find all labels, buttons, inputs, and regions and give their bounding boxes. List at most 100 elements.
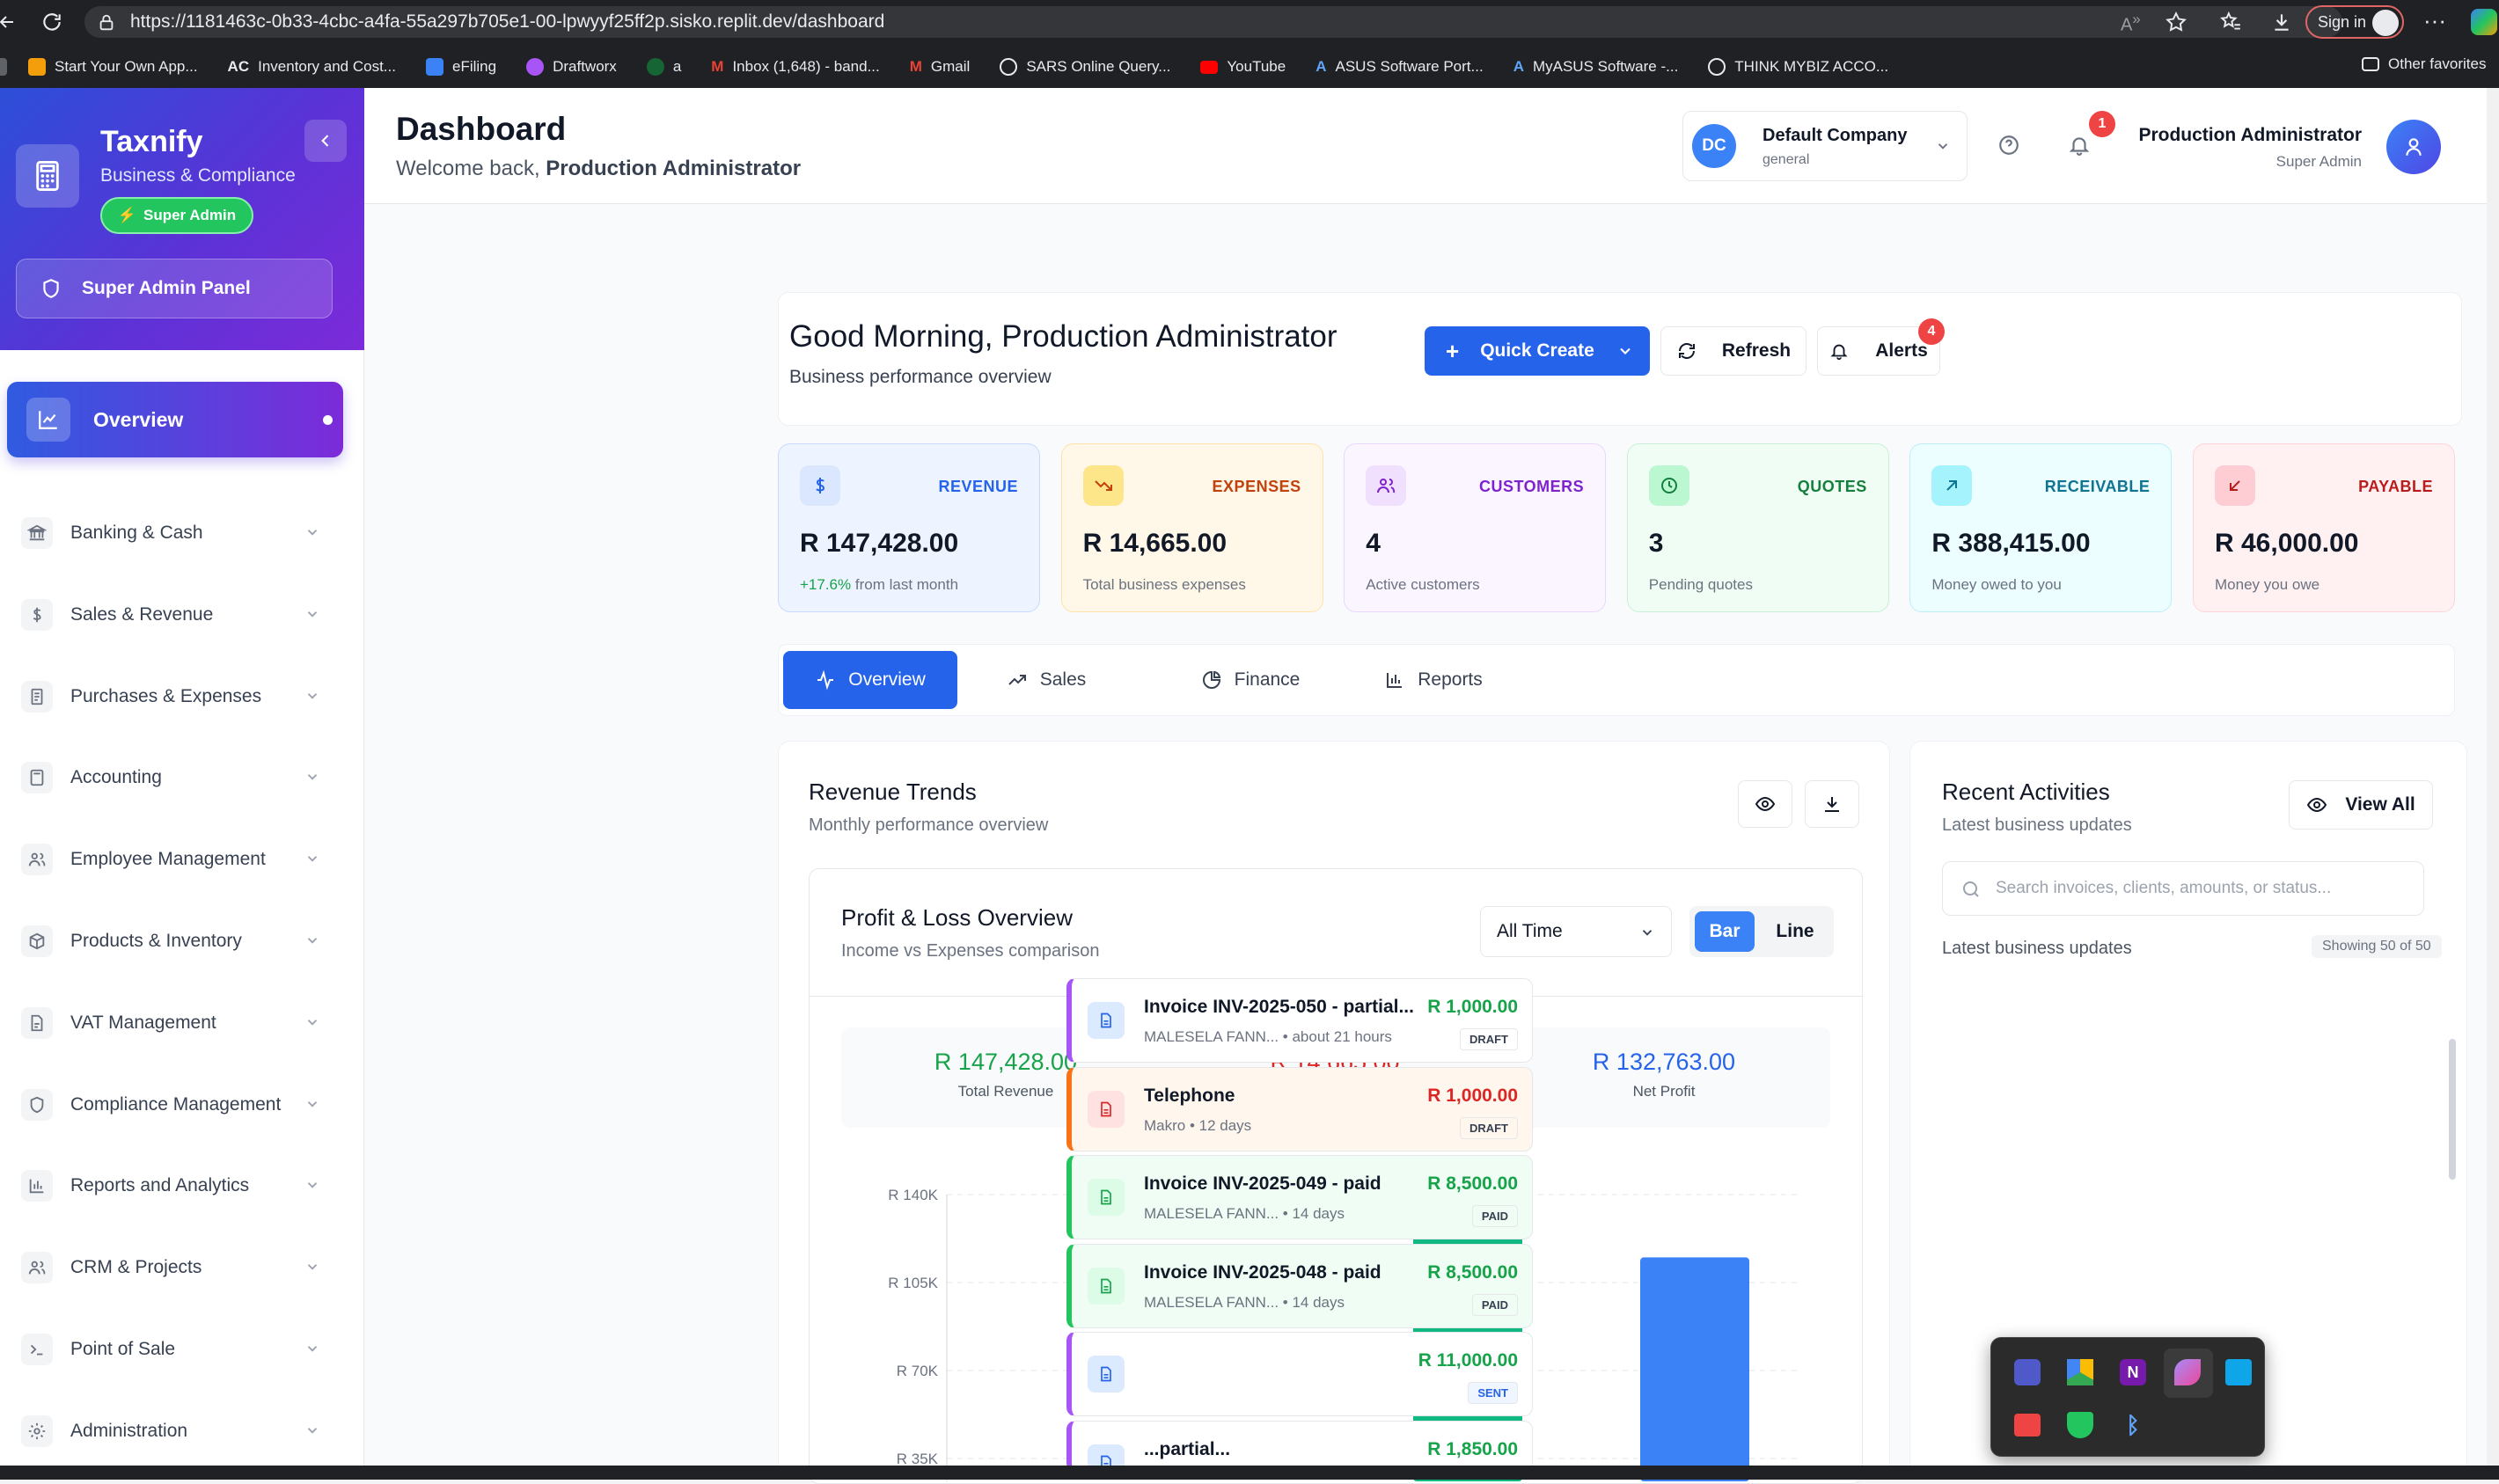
- sidebar-item-point-of-sale[interactable]: Point of Sale: [21, 1321, 329, 1378]
- activity-item[interactable]: Invoice INV-2025-049 - paid MALESELA FANN…: [1066, 1155, 1533, 1240]
- bookmark-item[interactable]: YouTube: [1200, 58, 1286, 76]
- activity-item[interactable]: R 11,000.00 SENT: [1066, 1332, 1533, 1417]
- activity-time: about 21 hours: [1292, 1028, 1392, 1045]
- sign-in-button[interactable]: Sign in: [2305, 5, 2404, 39]
- stat-card-quotes[interactable]: QUOTES 3 Pending quotes: [1626, 443, 1889, 612]
- taskbar-edge: [0, 1466, 2499, 1480]
- tab-finance[interactable]: Finance: [1160, 651, 1341, 709]
- total-item: R 132,763.00 Net Profit: [1499, 1049, 1828, 1100]
- activity-item[interactable]: Invoice INV-2025-050 - partial... MALESEL…: [1066, 978, 1533, 1063]
- sidebar-item-overview[interactable]: Overview: [7, 382, 343, 457]
- bookmark-item[interactable]: eFiling: [425, 58, 496, 76]
- activities-scrollbar[interactable]: [2449, 1039, 2456, 1180]
- tab-reports[interactable]: Reports: [1343, 651, 1524, 709]
- other-favorites-label: Other favorites: [2388, 55, 2487, 72]
- bookmark-item[interactable]: M Inbox (1,648) - band...: [711, 58, 879, 76]
- address-bar[interactable]: https://1181463c-0b33-4cbc-a4fa-55a297b7…: [84, 6, 2342, 38]
- download-button[interactable]: [1805, 780, 1859, 828]
- sidebar-item-sales-revenue[interactable]: Sales & Revenue: [21, 587, 329, 643]
- other-favorites[interactable]: Other favorites: [2362, 55, 2487, 73]
- stat-card-expenses[interactable]: EXPENSES R 14,665.00 Total business expens…: [1060, 443, 1323, 612]
- help-icon[interactable]: [1997, 134, 2020, 157]
- activity-item[interactable]: Telephone Makro • 12 days R 1,000.00 DRAFT: [1066, 1066, 1533, 1151]
- bookmark-item[interactable]: SARS Online Query...: [1000, 58, 1170, 76]
- bookmark-item[interactable]: AC Inventory and Cost...: [228, 58, 396, 76]
- sidebar-item-administration[interactable]: Administration: [21, 1403, 329, 1459]
- tab-overview[interactable]: Overview: [783, 651, 957, 709]
- bookmark-label: YouTube: [1227, 58, 1286, 75]
- quick-create-button[interactable]: + Quick Create: [1425, 326, 1650, 376]
- sidebar-item-vat-management[interactable]: VAT Management: [21, 995, 329, 1051]
- feather-app-icon[interactable]: [2174, 1359, 2201, 1385]
- security-shield-icon[interactable]: [2067, 1412, 2093, 1438]
- super-admin-panel-button[interactable]: Super Admin Panel: [16, 259, 333, 318]
- refresh-button[interactable]: Refresh: [1660, 326, 1806, 376]
- sidebar-item-compliance-management[interactable]: Compliance Management: [21, 1077, 329, 1133]
- sidebar-item-crm-projects[interactable]: CRM & Projects: [21, 1239, 329, 1296]
- collapse-sidebar-button[interactable]: [304, 120, 347, 162]
- favorites-icon[interactable]: [2219, 11, 2242, 33]
- bookmark-item[interactable]: THINK MYBIZ ACCO...: [1708, 58, 1888, 76]
- app-subtitle: Business & Compliance: [100, 165, 296, 186]
- activity-time: 14 days: [1292, 1293, 1345, 1311]
- super-admin-panel-label: Super Admin Panel: [82, 278, 251, 298]
- view-all-button[interactable]: View All: [2289, 780, 2433, 830]
- page-scrollbar[interactable]: [2487, 88, 2499, 1466]
- stat-label: CUSTOMERS: [1479, 478, 1585, 495]
- sidebar-item-purchases-expenses[interactable]: Purchases & Expenses: [21, 669, 329, 725]
- stat-card-customers[interactable]: CUSTOMERS 4 Active customers: [1344, 443, 1607, 612]
- more-menu-icon[interactable]: ···: [2423, 7, 2446, 34]
- terminal-icon: [21, 1334, 53, 1365]
- activities-search-input[interactable]: Search invoices, clients, amounts, or st…: [1942, 861, 2424, 916]
- notifications-bell-icon[interactable]: [2068, 134, 2091, 157]
- alerts-button[interactable]: Alerts 4: [1817, 318, 1945, 376]
- site-info-icon[interactable]: [97, 13, 116, 33]
- bookmarks-menu-icon[interactable]: [0, 58, 7, 76]
- sidebar-item-banking-cash[interactable]: Banking & Cash: [21, 505, 329, 561]
- star-icon[interactable]: [2165, 11, 2188, 33]
- bookmark-item[interactable]: M Gmail: [910, 58, 971, 76]
- copilot-icon[interactable]: [2471, 9, 2497, 35]
- search-icon: [1963, 881, 1979, 897]
- teams-icon[interactable]: [2014, 1359, 2041, 1385]
- bar[interactable]: [1640, 1257, 1749, 1481]
- welcome-name: Production Administrator: [546, 157, 802, 180]
- activity-item[interactable]: ...partial... R 1,850.00: [1066, 1421, 1533, 1472]
- bookmark-item[interactable]: A ASUS Software Port...: [1315, 58, 1483, 76]
- store-icon[interactable]: [2225, 1359, 2252, 1385]
- toggle-visibility-button[interactable]: [1738, 780, 1792, 828]
- sidebar-item-label: Sales & Revenue: [70, 603, 214, 625]
- downloads-icon[interactable]: [2270, 11, 2293, 33]
- sidebar-item-reports-and-analytics[interactable]: Reports and Analytics: [21, 1158, 329, 1214]
- user-avatar[interactable]: [2386, 120, 2441, 174]
- bookmark-item[interactable]: Start Your Own App...: [28, 58, 198, 76]
- bookmark-item[interactable]: Draftworx: [526, 58, 617, 76]
- company-selector[interactable]: DC Default Company general: [1682, 111, 1968, 181]
- tab-sales[interactable]: Sales: [971, 651, 1121, 709]
- chevron-down-icon: [304, 524, 320, 540]
- stat-value: 4: [1366, 529, 1381, 558]
- document-icon: [1088, 1356, 1125, 1393]
- sidebar-item-products-inventory[interactable]: Products & Inventory: [21, 913, 329, 969]
- bookmark-item[interactable]: A MyASUS Software -...: [1513, 58, 1679, 76]
- bookmark-item[interactable]: a: [646, 58, 681, 76]
- bar-toggle-button[interactable]: Bar: [1695, 911, 1755, 952]
- sidebar-item-accounting[interactable]: Accounting: [21, 749, 329, 806]
- bluetooth-icon[interactable]: ᛒ: [2120, 1412, 2146, 1438]
- reload-icon[interactable]: [40, 11, 63, 33]
- stat-card-revenue[interactable]: REVENUE R 147,428.00 +17.6% from last mont…: [778, 443, 1040, 612]
- tab-label: Reports: [1418, 669, 1483, 690]
- sidebar-item-employee-management[interactable]: Employee Management: [21, 831, 329, 888]
- google-drive-icon[interactable]: [2067, 1359, 2093, 1385]
- line-toggle-button[interactable]: Line: [1763, 911, 1827, 952]
- stat-value: R 388,415.00: [1931, 529, 2091, 558]
- active-dot: [323, 415, 333, 425]
- back-icon[interactable]: [0, 11, 18, 33]
- onenote-icon[interactable]: N: [2120, 1359, 2146, 1385]
- read-aloud-icon[interactable]: A»: [2121, 11, 2141, 36]
- period-select[interactable]: All Time: [1480, 906, 1672, 957]
- recorder-icon[interactable]: [2014, 1414, 2041, 1436]
- stat-card-receivable[interactable]: RECEIVABLE R 388,415.00 Money owed to you: [1909, 443, 2173, 612]
- stat-card-payable[interactable]: PAYABLE R 46,000.00 Money you owe: [2193, 443, 2455, 612]
- activity-item[interactable]: Invoice INV-2025-048 - paid MALESELA FANN…: [1066, 1243, 1533, 1328]
